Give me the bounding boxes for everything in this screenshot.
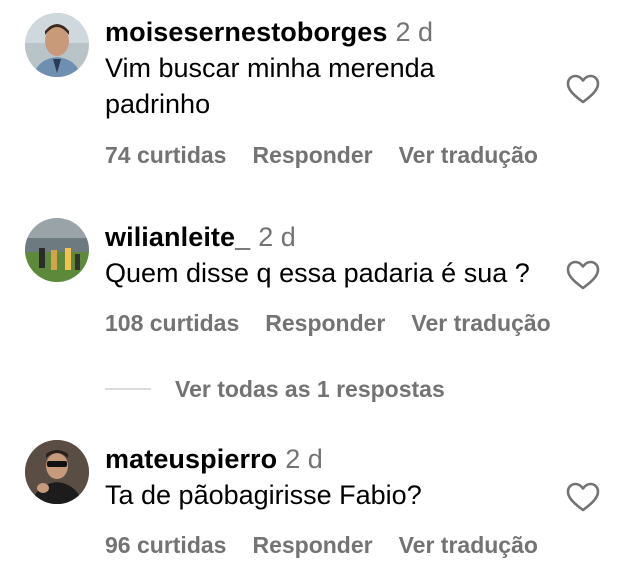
comment-header: mateuspierro 2 d <box>105 442 558 476</box>
likes-count[interactable]: 108 curtidas <box>105 310 239 336</box>
avatar[interactable] <box>25 218 89 282</box>
translate-button[interactable]: Ver tradução <box>399 532 538 558</box>
likes-count[interactable]: 96 curtidas <box>105 532 226 558</box>
timestamp: 2 d <box>285 444 323 474</box>
heart-icon[interactable] <box>566 74 600 104</box>
username[interactable]: moisesernestoborges <box>105 17 388 47</box>
comment-header: moisesernestoborges 2 d <box>105 15 558 49</box>
comment-actions: 96 curtidas Responder Ver tradução <box>105 532 564 559</box>
avatar[interactable] <box>25 13 89 77</box>
username[interactable]: wilianleite_ <box>105 222 250 252</box>
translate-button[interactable]: Ver tradução <box>399 142 538 168</box>
replies-divider <box>105 388 151 390</box>
comment-text: Vim buscar minha merenda padrinho <box>105 53 435 119</box>
reply-button[interactable]: Responder <box>252 532 372 558</box>
comment-actions: 74 curtidas Responder Ver tradução <box>105 142 564 169</box>
heart-icon[interactable] <box>566 482 600 512</box>
reply-button[interactable]: Responder <box>265 310 385 336</box>
timestamp: 2 d <box>258 222 296 252</box>
avatar[interactable] <box>25 440 89 504</box>
likes-count[interactable]: 74 curtidas <box>105 142 226 168</box>
username[interactable]: mateuspierro <box>105 444 277 474</box>
view-replies-button[interactable]: Ver todas as 1 respostas <box>105 372 445 406</box>
timestamp: 2 d <box>395 17 434 47</box>
heart-icon[interactable] <box>566 260 600 290</box>
comment-actions: 108 curtidas Responder Ver tradução <box>105 310 577 337</box>
reply-button[interactable]: Responder <box>252 142 372 168</box>
comment-text: Ta de pãobagirisse Fabio? <box>105 480 422 510</box>
comment-header: wilianleite_ 2 d <box>105 220 558 254</box>
view-replies-label: Ver todas as 1 respostas <box>175 375 445 402</box>
translate-button[interactable]: Ver tradução <box>411 310 550 336</box>
comment-text: Quem disse q essa padaria é sua ? <box>105 258 530 288</box>
